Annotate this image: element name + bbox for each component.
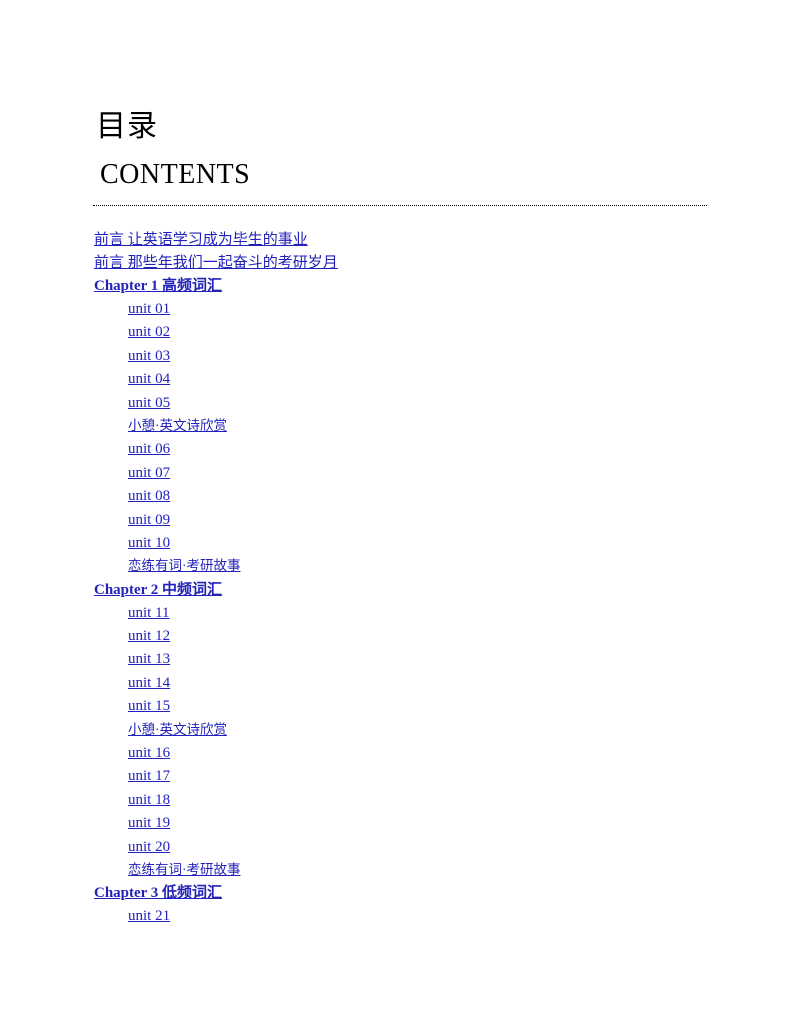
toc-link[interactable]: unit 02 [128,324,170,340]
toc-entry-unit: unit 19 [0,811,800,834]
toc-entry-special: 小憩·英文诗欣赏 [0,414,800,437]
toc-link[interactable]: 小憩·英文诗欣赏 [128,722,227,737]
toc-link[interactable]: unit 18 [128,792,170,808]
toc-entry-unit: unit 08 [0,484,800,507]
toc-link[interactable]: 恋练有词·考研故事 [128,862,241,877]
toc-link[interactable]: unit 14 [128,675,170,691]
toc-entry-unit: unit 10 [0,531,800,554]
toc-entry-unit: unit 16 [0,741,800,764]
toc-entry-unit: unit 07 [0,461,800,484]
toc-entry-front: 前言 那些年我们一起奋斗的考研岁月 [0,251,800,274]
table-of-contents-list: 前言 让英语学习成为毕生的事业前言 那些年我们一起奋斗的考研岁月 Chapter … [0,228,800,928]
toc-link[interactable]: Chapter 1 高频词汇 [94,278,222,294]
toc-link[interactable]: Chapter 2 中频词汇 [94,582,222,598]
toc-link[interactable]: unit 04 [128,371,170,387]
toc-link[interactable]: unit 17 [128,768,170,784]
toc-link[interactable]: unit 05 [128,395,170,411]
toc-entry-unit: unit 17 [0,764,800,787]
toc-entry-unit: unit 12 [0,624,800,647]
toc-link[interactable]: unit 16 [128,745,170,761]
toc-link[interactable]: unit 06 [128,441,170,457]
toc-link[interactable]: 恋练有词·考研故事 [128,558,241,573]
toc-entry-unit: unit 04 [0,367,800,390]
toc-link[interactable]: unit 20 [128,839,170,855]
toc-entry-unit: unit 02 [0,320,800,343]
page-title-english: CONTENTS [100,159,251,190]
toc-link[interactable]: Chapter 3 低频词汇 [94,885,222,901]
toc-entry-unit: unit 21 [0,904,800,927]
toc-entry-special: 恋练有词·考研故事 [0,858,800,881]
toc-page: 目录 CONTENTS 前言 让英语学习成为毕生的事业前言 那些年我们一起奋斗的… [0,0,800,1036]
toc-entry-special: 小憩·英文诗欣赏 [0,718,800,741]
toc-entry-unit: unit 06 [0,437,800,460]
toc-link[interactable]: unit 12 [128,628,170,644]
toc-entry-chapter: Chapter 1 高频词汇 [0,274,800,297]
toc-link[interactable]: unit 21 [128,908,170,924]
toc-entry-unit: unit 11 [0,601,800,624]
toc-link[interactable]: unit 08 [128,488,170,504]
toc-entry-unit: unit 15 [0,694,800,717]
toc-entry-special: 恋练有词·考研故事 [0,554,800,577]
page-title-chinese: 目录 [96,110,158,143]
toc-header: 目录 CONTENTS [0,108,800,206]
toc-entry-unit: unit 03 [0,344,800,367]
toc-entry-unit: unit 18 [0,788,800,811]
toc-link[interactable]: unit 10 [128,535,170,551]
toc-link[interactable]: unit 09 [128,512,170,528]
toc-entry-unit: unit 09 [0,508,800,531]
toc-entry-unit: unit 13 [0,647,800,670]
toc-entry-unit: unit 01 [0,297,800,320]
toc-link[interactable]: unit 11 [128,605,170,621]
toc-link[interactable]: 前言 让英语学习成为毕生的事业 [94,232,308,248]
toc-link[interactable]: unit 03 [128,348,170,364]
toc-entry-unit: unit 20 [0,835,800,858]
toc-link[interactable]: 前言 那些年我们一起奋斗的考研岁月 [94,255,338,271]
toc-link[interactable]: unit 15 [128,698,170,714]
toc-link[interactable]: unit 01 [128,301,170,317]
toc-entry-chapter: Chapter 3 低频词汇 [0,881,800,904]
toc-link[interactable]: unit 07 [128,465,170,481]
toc-entry-chapter: Chapter 2 中频词汇 [0,578,800,601]
toc-link[interactable]: unit 19 [128,815,170,831]
toc-link[interactable]: 小憩·英文诗欣赏 [128,418,227,433]
header-divider [93,205,707,206]
toc-entry-front: 前言 让英语学习成为毕生的事业 [0,228,800,251]
toc-entry-unit: unit 05 [0,391,800,414]
toc-link[interactable]: unit 13 [128,651,170,667]
toc-entry-unit: unit 14 [0,671,800,694]
